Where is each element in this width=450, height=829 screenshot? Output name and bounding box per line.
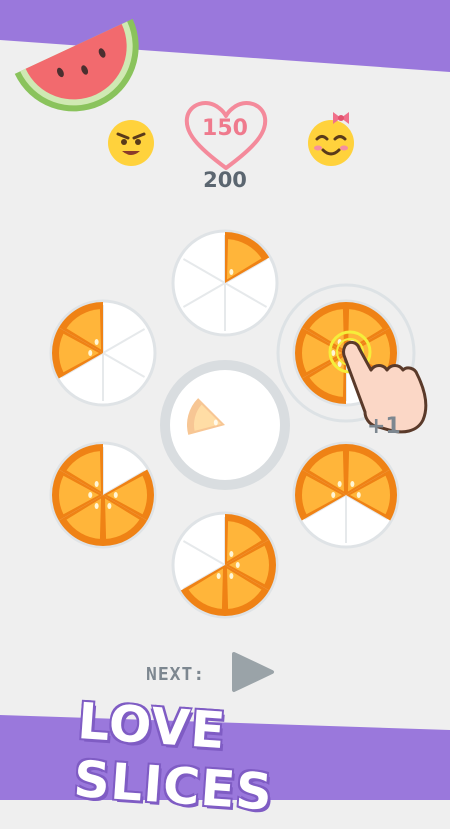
game-title: LOVE SLICES (71, 692, 275, 822)
bonus-indicator: +1 (367, 414, 401, 439)
plate-bottom[interactable] (171, 511, 279, 619)
plate-center[interactable] (160, 360, 290, 490)
plate-lower-left[interactable] (49, 441, 157, 549)
plate-upper-left[interactable] (49, 299, 157, 407)
next-label: NEXT: (146, 664, 206, 685)
plate-top[interactable] (171, 229, 279, 337)
plate-lower-right[interactable] (292, 441, 400, 549)
next-slice-preview (232, 652, 274, 692)
